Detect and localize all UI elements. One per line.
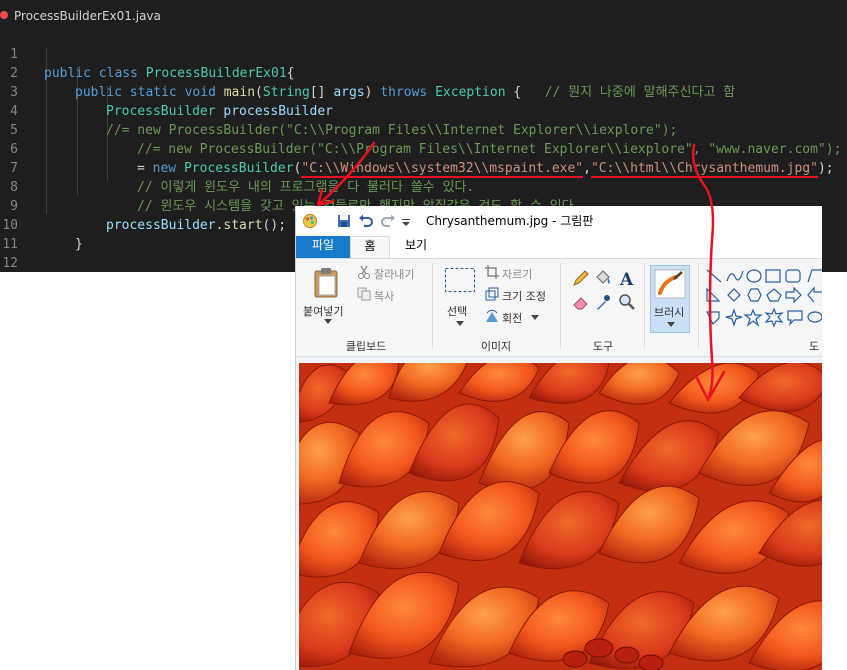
crop-label[interactable]: 자르기 (502, 266, 532, 282)
code-line-8: 8 // 윈도우 시스템을 갖고 있는 것들로만 했지만 앞집같은 것도 할 수… (0, 159, 847, 214)
brushes-button[interactable]: 브러시 (650, 265, 690, 333)
brushes-dropdown-icon (667, 322, 675, 327)
color-picker-icon[interactable] (594, 293, 612, 311)
code-line-6: 6 = new ProcessBuilder("C:\\Windows\\sys… (0, 121, 847, 178)
select-icon[interactable] (444, 267, 476, 295)
paste-dropdown-icon[interactable] (324, 319, 332, 325)
code-line-7: 7 // 이렇게 윈도우 내의 프로그램을 다 불러다 쓸수 있다. (0, 140, 847, 195)
code-line-5: 5 //= new ProcessBuilder("C:\\Program Fi… (0, 102, 847, 157)
paste-icon[interactable] (313, 267, 341, 299)
customize-toolbar-icon[interactable] (400, 213, 416, 229)
paste-label[interactable]: 붙여넣기 (303, 303, 343, 319)
chrysanthemum-image[interactable] (299, 363, 822, 670)
copy-label[interactable]: 복사 (374, 288, 394, 304)
group-divider (560, 263, 561, 349)
group-divider (432, 263, 433, 349)
pencil-icon[interactable] (572, 269, 590, 287)
group-divider (698, 263, 699, 349)
paint-canvas-area[interactable] (296, 357, 822, 670)
image-group-label: 이미지 (480, 340, 512, 353)
paint-window[interactable]: Chrysanthemum.jpg - 그림판 파일 홈 보기 붙여넣기 잘라내… (296, 206, 822, 670)
editor-tab-title: ProcessBuilderEx01.java (14, 9, 161, 23)
group-divider (644, 263, 645, 349)
line-number: 12 (2, 256, 18, 271)
text-tool-icon[interactable]: A (618, 269, 636, 287)
ribbon-tabs[interactable]: 파일 홈 보기 (296, 236, 822, 259)
tools-group-label: 도구 (592, 340, 614, 353)
resize-icon[interactable] (485, 287, 499, 301)
cut-label[interactable]: 잘라내기 (374, 266, 414, 282)
svg-text:A: A (619, 270, 634, 287)
rotate-label[interactable]: 회전 (502, 310, 522, 326)
tab-view[interactable]: 보기 (396, 236, 436, 258)
brushes-label: 브러시 (654, 306, 685, 319)
eraser-icon[interactable] (572, 293, 590, 311)
save-icon[interactable] (336, 213, 352, 229)
fill-bucket-icon[interactable] (594, 269, 612, 287)
paint-titlebar[interactable]: Chrysanthemum.jpg - 그림판 (296, 206, 822, 236)
error-indicator-icon (0, 11, 8, 19)
select-label[interactable]: 선택 (447, 303, 467, 319)
code-line-4: 4 //= new ProcessBuilder("C:\\Program Fi… (0, 83, 847, 138)
rotate-icon[interactable] (485, 309, 499, 323)
shapes-gallery[interactable] (704, 267, 822, 329)
window-title: Chrysanthemum.jpg - 그림판 (426, 214, 594, 228)
tab-home[interactable]: 홈 (350, 236, 390, 258)
code-line-1: 1 public class ProcessBuilderEx01{ (0, 26, 847, 81)
undo-icon[interactable] (358, 213, 374, 229)
resize-label[interactable]: 크기 조정 (502, 288, 546, 304)
code-line-2: 2 public static void main(String[] args)… (0, 45, 847, 100)
shapes-group-label: 도 (808, 340, 820, 353)
code-line-9: 9 processBuilder.start(); (0, 178, 847, 233)
tab-file[interactable]: 파일 (296, 236, 350, 258)
brush-icon (654, 269, 686, 299)
redo-icon[interactable] (380, 213, 396, 229)
clipboard-group-label: 클립보드 (345, 340, 387, 353)
ribbon: 붙여넣기 잘라내기 복사 클립보드 선택 자르기 크기 조정 회전 이미지 A … (296, 259, 822, 357)
crop-icon[interactable] (485, 265, 499, 279)
magnifier-icon[interactable] (618, 293, 636, 311)
rotate-dropdown-icon[interactable] (531, 315, 539, 321)
select-dropdown-icon[interactable] (456, 321, 464, 327)
editor-tab[interactable]: ProcessBuilderEx01.java (0, 6, 161, 26)
paint-app-icon[interactable] (302, 213, 318, 229)
copy-icon[interactable] (357, 287, 371, 301)
cut-icon[interactable] (357, 265, 371, 279)
code-line-3: 3 ProcessBuilder processBuilder (0, 64, 847, 119)
